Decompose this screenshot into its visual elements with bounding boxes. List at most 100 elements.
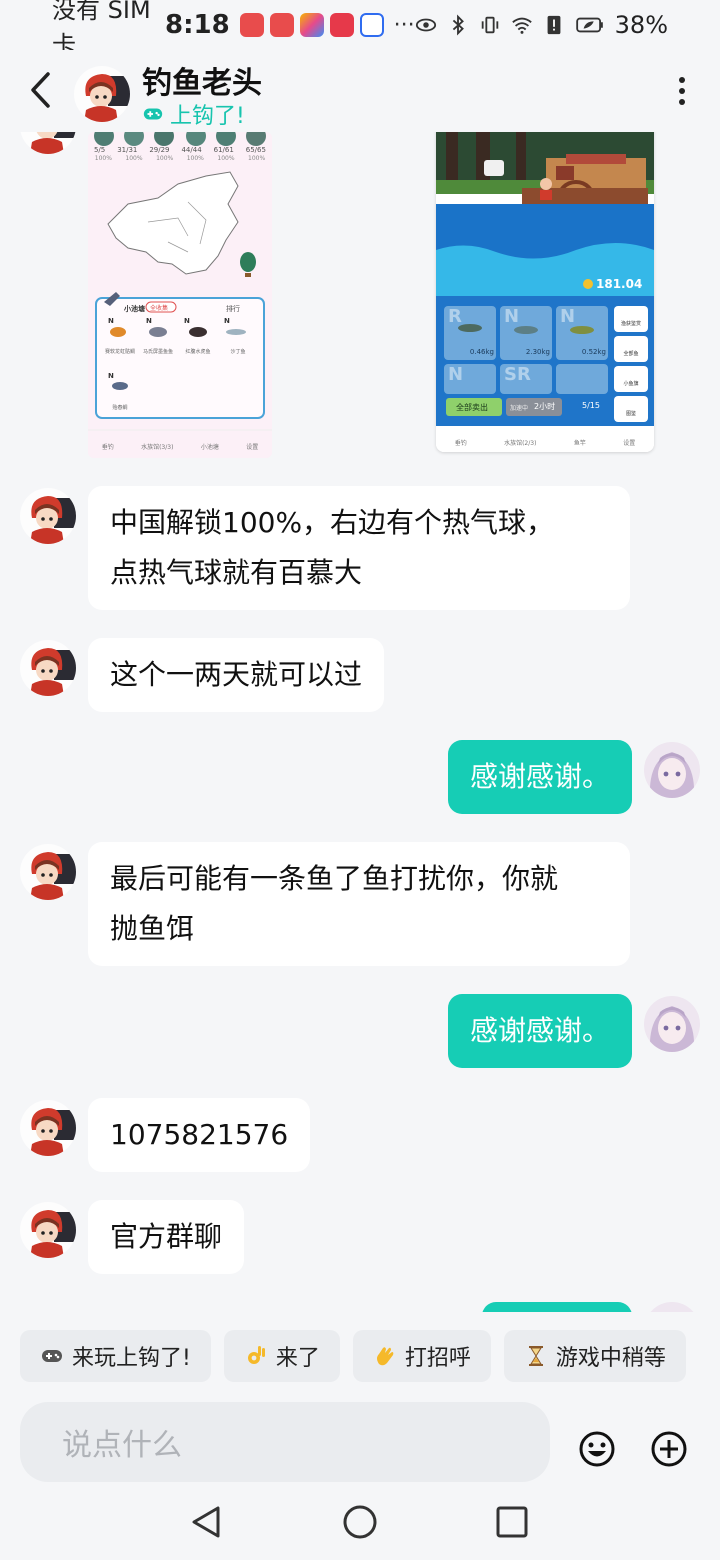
message-line: 中国解锁100%，右边有个热气球， — [110, 506, 555, 539]
map-stat: 44/44 — [181, 146, 202, 154]
battery-percent: 38% — [614, 11, 668, 39]
quick-reply-greet[interactable]: 打招呼 — [352, 1330, 491, 1382]
map-percent: 100% — [186, 155, 204, 162]
eye-icon — [415, 18, 436, 32]
fish-rarity: N — [146, 317, 152, 325]
fish-name: 马氏屏墨鱼鱼 — [142, 349, 173, 355]
side-button-label: 图鉴 — [625, 411, 636, 417]
map-percent: 100% — [217, 155, 235, 162]
map-stats-row: 5/5 31/31 29/29 44/44 61/61 65/65 — [88, 146, 272, 154]
slot-rarity: N — [504, 306, 520, 327]
quick-reply-coming[interactable]: 来了 — [223, 1330, 340, 1382]
slot-rarity: N — [448, 364, 464, 385]
nav-back-icon[interactable] — [188, 1504, 224, 1540]
message-bubble[interactable]: 官方群聊 — [88, 1200, 245, 1274]
add-attachment-icon[interactable] — [650, 1430, 688, 1468]
message-bubble[interactable]: 1075821576 — [88, 1098, 311, 1172]
capacity-label: 5/15 — [582, 401, 600, 410]
sender-avatar[interactable] — [20, 844, 76, 900]
chip-label: 来了 — [275, 1346, 320, 1371]
message-bubble[interactable]: 这个一两天就可以过 — [88, 638, 385, 712]
quick-reply-wait[interactable]: 游戏中稍等 — [503, 1330, 686, 1382]
sender-avatar[interactable] — [20, 1202, 76, 1258]
nav-recents-icon[interactable] — [494, 1504, 530, 1540]
battery-saver-icon — [575, 17, 603, 33]
back-arrow-icon[interactable] — [28, 70, 54, 110]
more-options-icon[interactable] — [678, 76, 686, 106]
fish-name: 红腹水虎鱼 — [185, 349, 211, 355]
sender-avatar[interactable] — [20, 1100, 76, 1156]
chip-label: 游戏中稍等 — [555, 1346, 666, 1371]
message-bubble[interactable]: 中国解锁100%，右边有个热气球， 点热气球就有百慕大 — [88, 486, 630, 610]
message-line: 1075821576 — [110, 1118, 289, 1151]
map-screenshot-image[interactable]: 5/5 31/31 29/29 44/44 61/61 65/65 100% 1… — [88, 132, 272, 458]
clock: 8:18 — [165, 10, 230, 40]
map-stat: 61/61 — [213, 146, 234, 154]
notification-icons — [239, 13, 384, 37]
quick-reply-play-game[interactable]: 来玩上钩了! — [20, 1330, 211, 1382]
message-line: 最后可能有一条鱼了鱼打扰你，你就 — [110, 862, 559, 895]
message-input[interactable]: 说点什么 — [20, 1402, 550, 1482]
panel-rank: 排行 — [226, 305, 240, 313]
nav-aquarium: 水族馆(2/3) — [504, 440, 537, 447]
system-nav-bar — [0, 1492, 720, 1560]
wifi-icon — [511, 17, 532, 34]
game-tag[interactable]: 上钩了! — [142, 98, 245, 130]
sender-avatar[interactable] — [20, 488, 76, 544]
nav-aquarium: 水族馆(3/3) — [141, 444, 174, 451]
message-line: 抛鱼饵 — [110, 912, 195, 945]
bluetooth-icon — [452, 14, 464, 36]
side-button-label: 全部鱼 — [623, 351, 639, 357]
game-app-icon — [329, 13, 354, 37]
coin-counter: 181.04 — [596, 277, 643, 291]
my-message-bubble[interactable]: 感谢感谢。 — [447, 740, 632, 814]
gamepad-icon — [42, 1350, 62, 1362]
map-stat: 5/5 — [93, 146, 106, 154]
slot-weight: 0.46kg — [469, 348, 494, 356]
message-bubble[interactable]: 最后可能有一条鱼了鱼打扰你，你就 抛鱼饵 — [88, 842, 630, 966]
more-notifications: ··· — [393, 12, 415, 38]
message-line: 感谢感谢。 — [469, 1014, 610, 1047]
fish-rarity: N — [184, 317, 190, 325]
gamepad-icon — [143, 108, 163, 120]
my-avatar[interactable] — [644, 742, 700, 798]
huawei-app-icon — [239, 13, 264, 37]
ok-hand-icon — [247, 1346, 265, 1364]
panel-badge: 全收集 — [150, 305, 169, 312]
side-button-label: 渔获鉴赏 — [620, 321, 641, 327]
chat-list[interactable]: 5/5 31/31 29/29 44/44 61/61 65/65 100% 1… — [0, 132, 720, 1312]
message-line: 感谢感谢。 — [469, 760, 610, 793]
chip-label: 来玩上钩了! — [72, 1346, 191, 1371]
sender-avatar[interactable] — [20, 640, 76, 696]
quick-reply-bar: 来玩上钩了! 来了 打招呼 游戏中稍等 — [0, 1312, 720, 1400]
sell-all-label: 全部卖出 — [456, 403, 488, 412]
sender-avatar[interactable] — [20, 132, 76, 154]
fish-rarity: N — [108, 317, 114, 325]
map-percent: 100% — [125, 155, 143, 162]
my-message-bubble-partial[interactable] — [482, 1302, 632, 1312]
slot-weight: 0.52kg — [581, 348, 606, 356]
nav-fishing: 垂钓 — [454, 440, 467, 447]
map-stat: 31/31 — [117, 146, 138, 154]
my-avatar[interactable] — [644, 1302, 700, 1312]
hourglass-icon — [528, 1346, 543, 1366]
speed-label: 加速中 — [510, 405, 529, 412]
nav-home-icon[interactable] — [342, 1504, 378, 1540]
vibrate-icon — [481, 16, 498, 34]
my-message-bubble[interactable]: 感谢感谢。 — [447, 994, 632, 1068]
map-stat: 65/65 — [245, 146, 266, 154]
input-placeholder: 说点什么 — [62, 1428, 182, 1463]
side-button-label: 小鱼旗 — [623, 381, 639, 387]
slot-weight: 2.30kg — [525, 348, 550, 356]
fish-name: 沙丁鱼 — [230, 349, 246, 355]
contact-avatar[interactable] — [74, 66, 130, 122]
nav-fishing: 垂钓 — [101, 444, 114, 451]
map-percent-row: 100% 100% 100% 100% 100% 100% — [88, 155, 272, 162]
my-avatar[interactable] — [644, 996, 700, 1052]
baidu-app-icon — [359, 13, 384, 37]
panel-title: 小池塘 — [124, 305, 145, 313]
emoji-icon[interactable] — [578, 1430, 616, 1468]
game-screenshot-image[interactable]: 181.04 R N N N SR 0.46kg 2.30kg 0.52kg 渔… — [436, 132, 654, 452]
fish-name: 赛软龙虹骷鲷 — [104, 349, 135, 355]
chat-header: 钓鱼老头 上钩了! — [0, 50, 720, 132]
